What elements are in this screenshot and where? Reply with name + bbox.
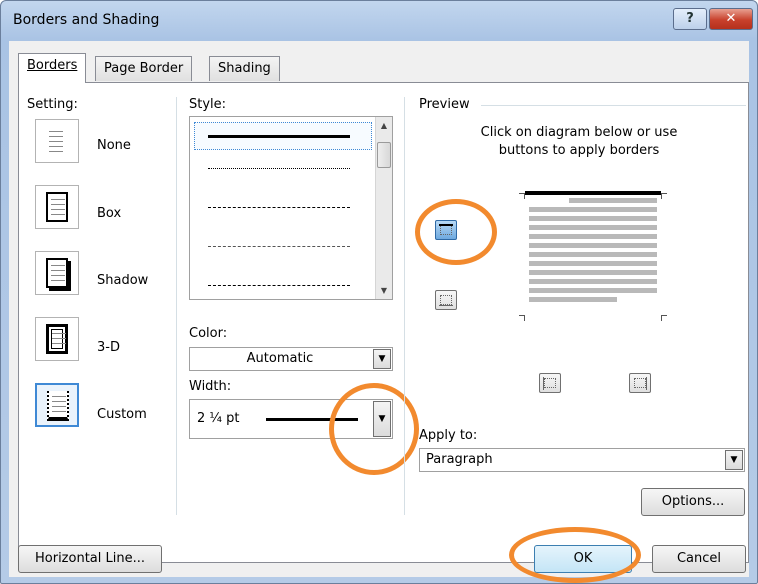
tab-borders-label: Borders [27,58,78,73]
preview-separator [404,97,405,515]
style-option-small-dash[interactable] [208,207,350,208]
bottom-border-button[interactable] [435,290,457,310]
tab-page-border-label: Page Border [104,61,184,76]
style-scrollbar[interactable]: ▲ ▼ [375,117,392,299]
setting-custom-label[interactable]: Custom [97,407,147,422]
style-listbox[interactable]: ▲ ▼ [189,116,393,300]
scroll-up-icon[interactable]: ▲ [376,117,392,134]
style-option-thick-solid[interactable] [208,135,350,138]
style-option-dash-dot[interactable] [208,285,350,286]
setting-3d-label[interactable]: 3-D [97,340,120,355]
tab-page-border[interactable]: Page Border [95,56,193,81]
cancel-button[interactable]: Cancel [652,545,746,573]
page-custom-icon [47,391,69,421]
setting-3d-icon[interactable] [35,317,79,361]
chevron-down-icon[interactable]: ▼ [725,450,743,470]
borders-tab-panel: Setting: None Box Shadow 3-D Custom Styl… [18,82,749,563]
tab-borders[interactable]: Borders [18,53,87,83]
style-option-large-dash[interactable] [208,246,350,247]
page-box-icon [46,192,68,222]
preview-heading-rule [481,105,746,106]
style-option-dotted[interactable] [208,168,350,169]
style-heading: Style: [189,97,227,112]
right-border-button[interactable] [629,373,651,393]
preview-instructions-2: buttons to apply borders [498,143,660,158]
title-bar[interactable]: Borders and Shading ? ✕ [1,1,757,41]
window-title: Borders and Shading [13,12,160,28]
options-button[interactable]: Options... [641,488,745,516]
highlight-circle-width [329,383,419,475]
highlight-circle-top-border [415,199,497,265]
page-none-icon [46,126,68,156]
bottom-border-icon [440,295,452,305]
setting-none-label[interactable]: None [97,138,131,153]
left-border-icon [544,378,556,388]
width-value: 2 ¼ pt [197,411,240,426]
color-heading: Color: [189,326,228,341]
borders-and-shading-dialog: Borders and Shading ? ✕ Borders Page Bor… [0,0,758,584]
preview-top-border [525,191,661,195]
setting-heading: Setting: [27,97,78,112]
left-border-button[interactable] [539,373,561,393]
color-value: Automatic [246,351,314,366]
close-button[interactable]: ✕ [709,8,753,30]
color-dropdown[interactable]: Automatic ▼ [189,347,393,371]
tab-shading-label: Shading [218,61,271,76]
page-shadow-icon [46,258,68,288]
apply-to-value: Paragraph [426,452,493,467]
page-3d-icon [46,324,68,354]
scroll-down-icon[interactable]: ▼ [376,282,392,299]
tab-shading[interactable]: Shading [209,56,280,81]
horizontal-line-button[interactable]: Horizontal Line... [18,545,162,573]
preview-heading: Preview [419,97,470,112]
setting-box-label[interactable]: Box [97,206,121,221]
scroll-thumb[interactable] [377,142,391,168]
preview-diagram[interactable] [519,183,669,333]
column-separator [176,97,177,515]
highlight-circle-ok [509,527,641,583]
preview-instructions-1: Click on diagram below or use [480,125,678,140]
setting-custom-icon[interactable] [35,383,79,427]
apply-to-heading: Apply to: [419,428,478,443]
setting-shadow-icon[interactable] [35,251,79,295]
setting-box-icon[interactable] [35,185,79,229]
apply-to-dropdown[interactable]: Paragraph ▼ [419,448,745,472]
help-button[interactable]: ? [673,8,707,30]
chevron-down-icon[interactable]: ▼ [373,349,391,369]
setting-shadow-label[interactable]: Shadow [97,273,148,288]
setting-none-icon[interactable] [35,119,79,163]
dialog-client-area: Borders Page Border Shading Setting: Non… [9,41,749,583]
width-heading: Width: [189,379,232,394]
right-border-icon [634,378,646,388]
